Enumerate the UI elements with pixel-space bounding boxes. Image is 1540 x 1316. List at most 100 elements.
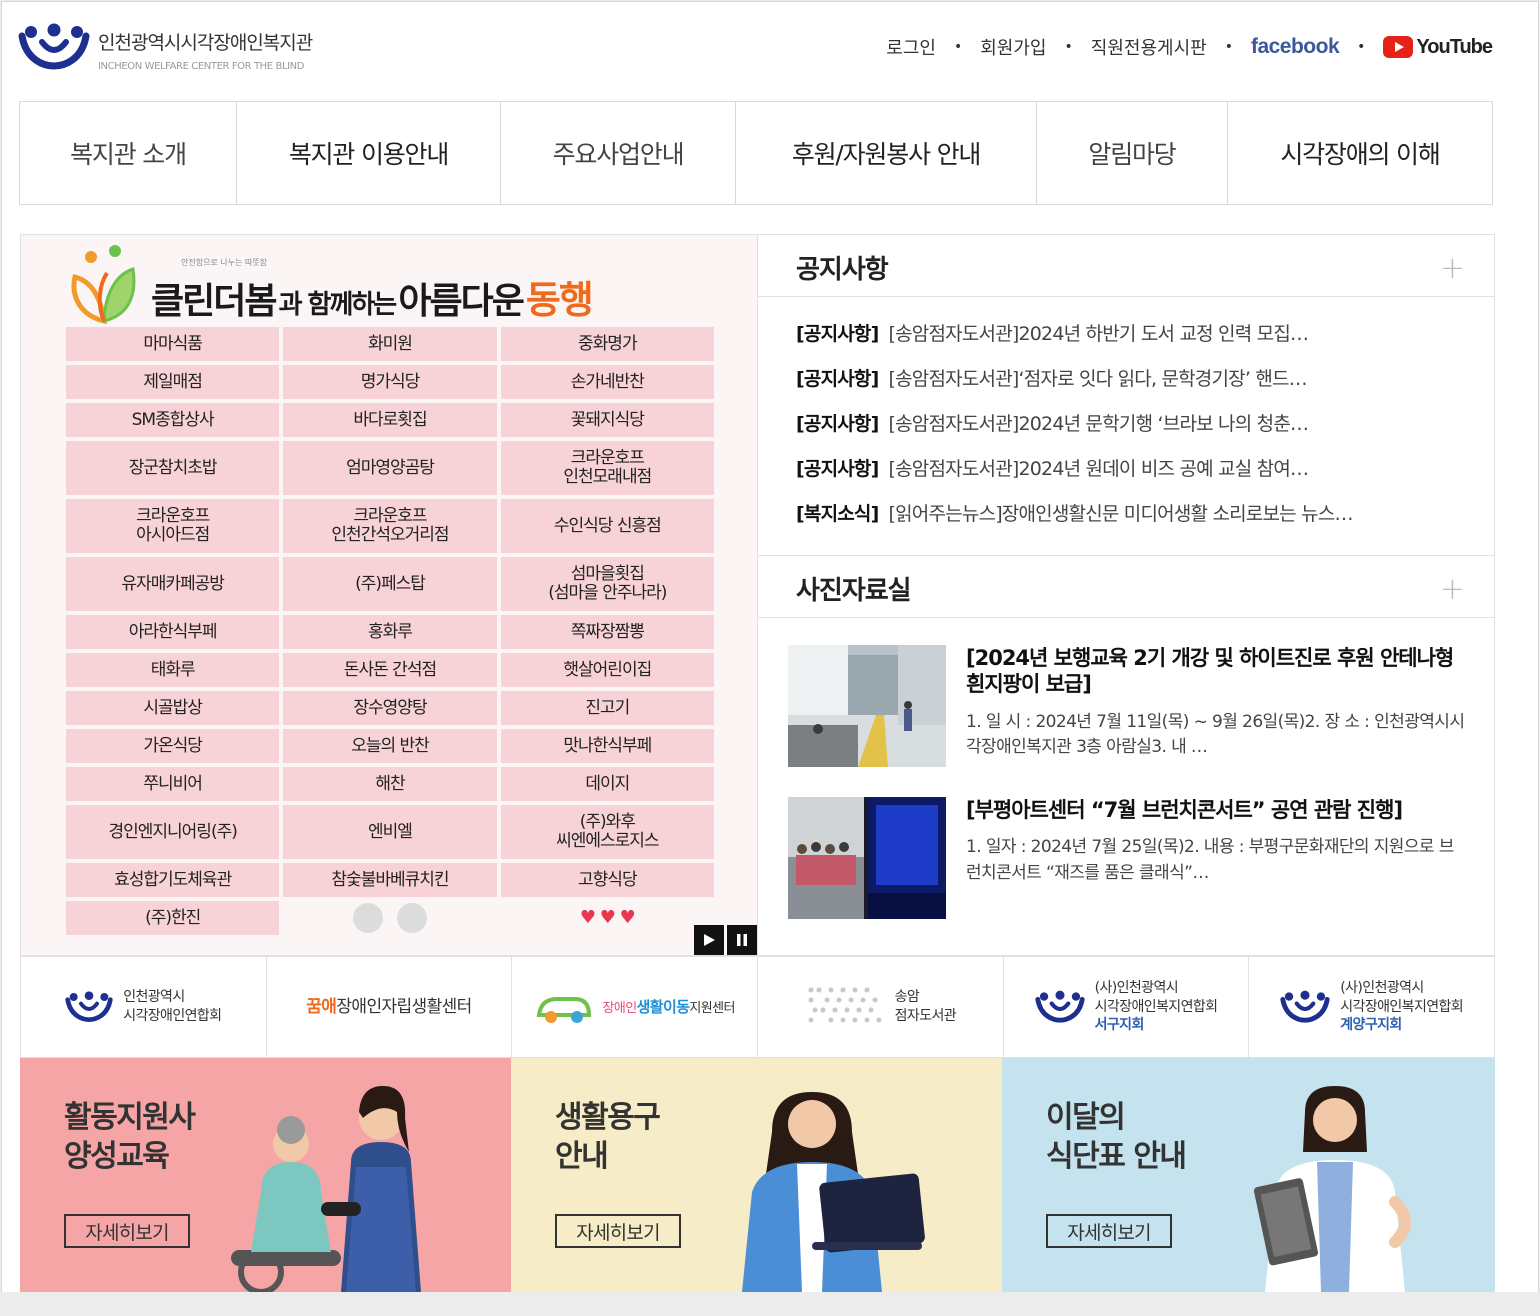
store-cell: ♥ ♥ ♥ (501, 901, 714, 935)
details-button[interactable]: 자세히보기 (1046, 1214, 1172, 1248)
notice-more-plus-icon[interactable]: + (1440, 251, 1465, 286)
partner-welfare-federation-gyeyang[interactable]: (사)인천광역시 시각장애인복지연합회 계양구지회 (1249, 957, 1494, 1057)
photo-item-title[interactable]: [2024년 보행교육 2기 개강 및 하이트진로 후원 안테나형 흰지팡이 보… (966, 645, 1466, 698)
store-cell: 유자매카페공방 (66, 557, 280, 611)
store-cell: 햇살어린이집 (500, 653, 714, 687)
notice-item[interactable]: [복지소식] [읽어주는뉴스]장애인생활신문 미디어생활 소리로보는 뉴스… (796, 499, 1456, 544)
store-grid: 마마식품 화미원 중화명가 제일매점 명가식당 손가네반찬 SM종합상사 바다로횟집 꽃돼지식당… (66, 327, 714, 939)
nav-usage-guide[interactable]: 복지관 이용안내 (237, 102, 501, 204)
youtube-label: YouTube (1416, 35, 1493, 58)
store-row: (주)한진 ♥ ♥ ♥ (66, 901, 714, 935)
separator-dot: • (1224, 39, 1233, 55)
store-cell: 참숯불바베큐치킨 (283, 863, 497, 897)
site-logo[interactable]: 인천광역시시각장애인복지관 INCHEON WELFARE CENTER FOR… (18, 22, 358, 72)
nav-notices[interactable]: 알림마당 (1037, 102, 1228, 204)
banner-heading: 안전함으로 나누는 따뜻함 클린더봄 과 함께하는 아름다운 동행 (69, 245, 739, 325)
main-nav: 복지관 소개 복지관 이용안내 주요사업안내 후원/자원봉사 안내 알림마당 시… (19, 101, 1493, 205)
store-cell: 중화명가 (500, 327, 714, 361)
store-row: 아라한식부페 홍화루 쪽짜장짬뽕 (66, 615, 714, 649)
store-row: 쭈니비어 해찬 데이지 (66, 767, 714, 801)
partner-blind-association[interactable]: 인천광역시 시각장애인연합회 (21, 957, 267, 1057)
separator-dot: • (1357, 39, 1366, 55)
store-cell: 맛나한식부페 (500, 729, 714, 763)
store-cell: 크라운호프 아시아드점 (66, 499, 280, 553)
notice-item[interactable]: [공지사항] [송암점자도서관]2024년 하반기 도서 교정 인력 모집… (796, 319, 1456, 364)
banner-living-aids-guide[interactable]: 생활용구 안내 자세히보기 (511, 1058, 1002, 1292)
signup-link[interactable]: 회원가입 (980, 34, 1046, 60)
banner-title: 클린더봄 과 함께하는 아름다운 동행 (151, 278, 594, 322)
store-row: 시골밥상 장수영양탕 진고기 (66, 691, 714, 725)
photo-more-plus-icon[interactable]: + (1440, 572, 1465, 607)
notice-item[interactable]: [공지사항] [송암점자도서관]2024년 원데이 비즈 공예 교실 참여… (796, 454, 1456, 499)
store-row: 경인엔지니어링(주) 엔비엘 (주)와후 씨엔에스로지스 (66, 805, 714, 859)
utility-nav: 로그인 • 회원가입 • 직원전용게시판 • facebook • YouTub… (886, 32, 1493, 62)
notice-header: 공지사항 + (758, 235, 1495, 297)
logo-title: 인천광역시시각장애인복지관 (98, 32, 313, 54)
photo-item-title[interactable]: [부평아트센터 “7월 브런치콘서트” 공연 관람 진행] (966, 797, 1466, 823)
youtube-link[interactable]: YouTube (1383, 35, 1493, 59)
store-row: 장군참치초밥 엄마영양곰탕 크라운호프 인천모래내점 (66, 441, 714, 495)
store-cell: 크라운호프 인천간석오거리점 (283, 499, 497, 553)
store-cell: 엔비엘 (283, 805, 497, 859)
separator-dot: • (1064, 39, 1073, 55)
staff-board-link[interactable]: 직원전용게시판 (1091, 34, 1207, 60)
braille-library-logo-icon (808, 987, 882, 1023)
laptop-woman-illustration-icon (742, 1092, 925, 1292)
notice-list: [공지사항] [송암점자도서관]2024년 하반기 도서 교정 인력 모집… [공… (796, 319, 1456, 544)
store-row: 가온식당 오늘의 반찬 맛나한식부페 (66, 729, 714, 763)
page: 인천광역시시각장애인복지관 INCHEON WELFARE CENTER FOR… (1, 1, 1539, 1315)
store-cell: 고향식당 (500, 863, 714, 897)
blind-association-logo-icon (65, 991, 113, 1023)
notice-title: 공지사항 (796, 255, 889, 285)
store-cell: (주)한진 (66, 901, 280, 935)
slider-dot[interactable] (352, 903, 383, 933)
partner-braille-library[interactable]: 송암 점자도서관 (758, 957, 1004, 1057)
store-cell: 손가네반찬 (500, 365, 714, 399)
nutritionist-illustration-icon (1253, 1086, 1411, 1292)
store-cell: 화미원 (283, 327, 497, 361)
photo-thumbnail[interactable] (788, 645, 946, 767)
details-button[interactable]: 자세히보기 (64, 1214, 190, 1248)
banner-tagline: 안전함으로 나누는 따뜻함 (181, 258, 268, 267)
logo-subtitle: INCHEON WELFARE CENTER FOR THE BLIND (98, 61, 305, 72)
store-cell: 오늘의 반찬 (283, 729, 497, 763)
youtube-play-icon (1383, 36, 1414, 58)
store-row: 유자매카페공방 (주)페스탑 섬마을횟집 (섬마을 안주나라) (66, 557, 714, 611)
store-cell: 바다로횟집 (283, 403, 497, 437)
play-button[interactable] (694, 925, 724, 955)
page-bottom-gutter (0, 1292, 1540, 1316)
photo-item[interactable]: [2024년 보행교육 2기 개강 및 하이트진로 후원 안테나형 흰지팡이 보… (788, 645, 1468, 769)
store-cell: 해찬 (283, 767, 497, 801)
store-cell: SM종합상사 (66, 403, 280, 437)
slider-dot[interactable] (396, 903, 427, 933)
board-panel: 공지사항 + [공지사항] [송암점자도서관]2024년 하반기 도서 교정 인력… (758, 234, 1495, 956)
leaf-logo-icon (71, 245, 136, 325)
nav-programs[interactable]: 주요사업안내 (501, 102, 736, 204)
banner-activity-support-training[interactable]: 활동지원사 양성교육 자세히보기 (20, 1058, 511, 1292)
notice-item[interactable]: [공지사항] [송암점자도서관]2024년 문학기행 ‘브라보 나의 청춘… (796, 409, 1456, 454)
store-cell: (주)페스탑 (283, 557, 497, 611)
notice-item[interactable]: [공지사항] [송암점자도서관]‘점자로 잇다 읽다, 문학경기장’ 핸드… (796, 364, 1456, 409)
store-cell: 데이지 (500, 767, 714, 801)
banner-title: 활동지원사 양성교육 (64, 1100, 196, 1174)
nav-support-volunteer[interactable]: 후원/자원봉사 안내 (736, 102, 1037, 204)
store-row: 효성합기도체육관 참숯불바베큐치킨 고향식당 (66, 863, 714, 897)
nav-visual-impairment[interactable]: 시각장애의 이해 (1228, 102, 1492, 204)
pause-button[interactable] (727, 925, 757, 955)
photo-thumbnail[interactable] (788, 797, 946, 919)
store-cell: 명가식당 (283, 365, 497, 399)
partner-welfare-federation-seogu[interactable]: (사)인천광역시 시각장애인복지연합회 서구지회 (1004, 957, 1250, 1057)
photo-item[interactable]: [부평아트센터 “7월 브런치콘서트” 공연 관람 진행] 1. 일자 : 20… (788, 797, 1468, 921)
banner-monthly-menu[interactable]: 이달의 식단표 안내 자세히보기 (1002, 1058, 1495, 1292)
main-banner-slider[interactable]: 안전함으로 나누는 따뜻함 클린더봄 과 함께하는 아름다운 동행 마마식품 화미… (20, 234, 758, 956)
store-cell: 마마식품 (66, 327, 280, 361)
facebook-link[interactable]: facebook (1251, 35, 1340, 59)
partner-mobility-support-center[interactable]: 장애인생활이동지원센터 (512, 957, 759, 1057)
store-cell: 쭈니비어 (66, 767, 280, 801)
partner-independent-living-center[interactable]: 꿈애장애인자립생활센터 (267, 957, 513, 1057)
store-cell: 크라운호프 인천모래내점 (500, 441, 714, 495)
nav-about[interactable]: 복지관 소개 (20, 102, 237, 204)
details-button[interactable]: 자세히보기 (555, 1214, 681, 1248)
store-row: 제일매점 명가식당 손가네반찬 (66, 365, 714, 399)
login-link[interactable]: 로그인 (886, 34, 936, 60)
